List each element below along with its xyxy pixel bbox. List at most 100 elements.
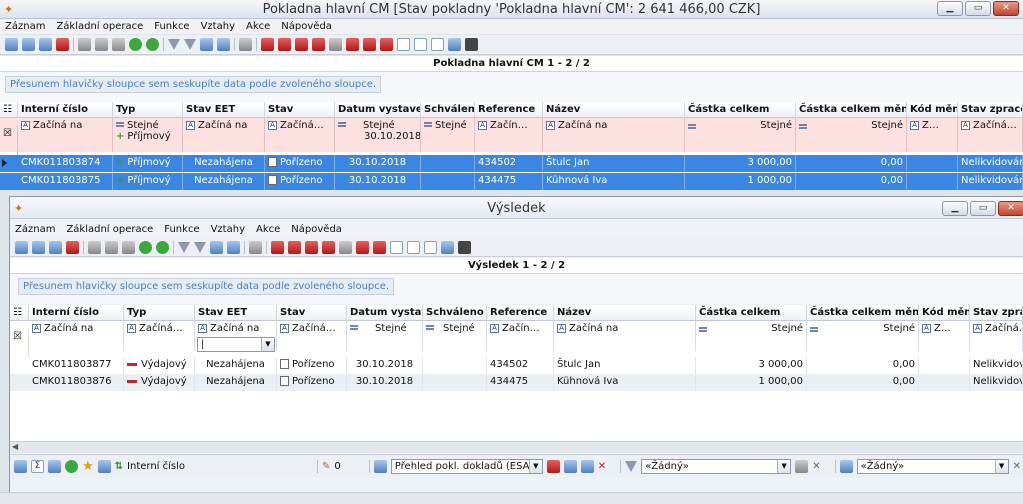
menu-vztahy[interactable]: Vztahy [211,224,245,235]
filter-select-2[interactable]: «Žádný» ▼ [856,459,1009,474]
col-nazev[interactable]: Název [543,102,685,118]
result-minimize-button[interactable]: ▁ [942,201,968,216]
filter-stav-zprac[interactable]: AZačíná… [970,321,1023,351]
col-interni-cislo[interactable]: Interní číslo [18,102,113,118]
menu-akce[interactable]: Akce [256,224,280,235]
edit-view-icon[interactable] [563,460,577,473]
grid-settings-icon[interactable] [14,460,27,473]
down-icon[interactable] [129,38,142,51]
filter-icon[interactable] [168,39,180,50]
table-row[interactable]: CMK011803876 Výdajový Nezahájena Pořízen… [10,374,1023,391]
filter-stav[interactable]: A Začíná… [265,118,335,152]
filter-castka-mena[interactable]: Stejné [796,118,907,152]
link-icon[interactable] [112,38,125,51]
settings-gear-icon[interactable] [239,38,252,51]
table-row[interactable]: CMK011803874 + Příjmový Nezahájena Poříze… [0,155,1023,172]
calc-icon[interactable] [346,38,359,51]
chevron-down-icon[interactable]: ▼ [528,460,542,473]
new-record-icon[interactable] [15,240,28,254]
filter-datum[interactable]: Stejné [347,321,423,351]
report-icon[interactable] [448,38,461,51]
col-stav-zpracovani[interactable]: Stav zprac [970,305,1023,321]
case-add-icon[interactable] [288,240,301,254]
print-icon[interactable] [88,240,101,254]
print-preview-icon[interactable] [95,38,108,51]
sum-icon[interactable]: Σ [31,460,44,473]
delete-view-icon[interactable]: ✕ [598,461,606,472]
refresh-icon[interactable] [156,240,169,254]
scroll-left-icon[interactable]: ◀ [12,442,18,451]
case-edit-icon[interactable] [305,240,318,254]
menu-vztahy[interactable]: Vztahy [201,21,235,32]
view-select[interactable]: Přehled pokl. dokladů (ESA) ▼ [390,459,543,474]
report-icon[interactable] [441,240,454,254]
col-typ[interactable]: Typ [124,305,195,321]
col-reference[interactable]: Reference [487,305,554,321]
table-view-icon[interactable] [200,38,213,51]
export-icon[interactable] [65,460,78,473]
menu-funkce[interactable]: Funkce [164,224,199,235]
filter-editor-icon[interactable]: ☒ [10,329,29,359]
col-schvaleno[interactable]: Schváleno [423,305,487,321]
filter-nazev[interactable]: A Začíná na [554,321,696,351]
calculator-icon[interactable] [329,38,342,51]
menu-zaznam[interactable]: Záznam [5,21,45,32]
col-castka-celkem[interactable]: Částka celkem [696,305,807,321]
col-typ[interactable]: Typ [113,102,183,118]
filter-castka[interactable]: Stejné [685,118,796,152]
col-castka-celkem-mena[interactable]: Částka celkem měna [796,102,907,118]
col-schvaleno[interactable]: Schváleno [421,102,475,118]
filter-kod-meny[interactable]: A Z… [919,321,970,351]
favorite-star-icon[interactable]: ★ [82,459,94,474]
col-datum-vystave[interactable]: Datum vystave [347,305,423,321]
filter-interni[interactable]: A Začíná na [18,118,113,152]
database-icon[interactable] [458,240,471,254]
filter-stav-eet-dropdown[interactable]: | ▼ [197,337,275,352]
down-icon[interactable] [139,240,152,254]
clear-filter-icon[interactable]: ✕ [812,461,820,472]
filter-select-1[interactable]: «Žádný» ▼ [641,459,792,474]
filter-edit-icon[interactable] [194,241,206,253]
filter-reference[interactable]: A Začín… [487,321,554,351]
filter-nazev[interactable]: A Začíná na [543,118,685,152]
menu-zakladni-operace[interactable]: Základní operace [56,21,143,32]
filter-typ[interactable]: Stejné + Příjmový [113,118,183,152]
result-horizontal-scrollbar[interactable]: ◀ [10,441,1023,453]
settings-gear-icon[interactable] [249,240,262,254]
filter-castka-mena[interactable]: Stejné [807,321,919,351]
document-icon[interactable] [390,240,403,254]
col-castka-celkem[interactable]: Částka celkem [685,102,796,118]
col-kod-meny[interactable]: Kód měny [919,305,970,321]
document-list-icon[interactable] [414,38,427,51]
filter-icon[interactable] [178,241,190,253]
filter-edit-icon[interactable] [184,39,196,50]
copy-record-icon[interactable] [49,240,62,254]
col-kod-meny[interactable]: Kód měny [907,102,958,118]
filter-stav-zprac[interactable]: AZačíná… [958,118,1023,152]
menu-akce[interactable]: Akce [246,21,270,32]
filter-kod-meny[interactable]: A Z… [907,118,958,152]
filter-interni[interactable]: A Začíná na [29,321,124,351]
cancel-doc-icon[interactable] [363,38,376,51]
col-stav-zpracovani[interactable]: Stav zpracová [958,102,1023,118]
refresh-icon[interactable] [146,38,159,51]
filter-table-icon[interactable] [795,460,809,473]
filter-stav-eet[interactable]: A Začíná na [183,118,265,152]
col-stav-eet[interactable]: Stav EET [183,102,265,118]
case-remove-icon[interactable] [322,240,335,254]
case-icon[interactable] [271,240,284,254]
col-stav[interactable]: Stav [277,305,347,321]
columns-icon[interactable] [48,460,61,473]
delete-doc-icon[interactable] [380,38,393,51]
menu-zakladni-operace[interactable]: Základní operace [66,224,153,235]
close-button[interactable]: ✕ [993,1,1019,16]
table-view-icon[interactable] [210,240,223,254]
filter-stav[interactable]: A Začíná… [277,321,347,351]
case-edit-icon[interactable] [295,38,308,51]
filter-typ[interactable]: A Začíná… [124,321,195,351]
calc-icon[interactable] [356,240,369,254]
case-icon[interactable] [261,38,274,51]
case-add-icon[interactable] [278,38,291,51]
table-row[interactable]: CMK011803877 Výdajový Nezahájena Pořízen… [10,357,1023,374]
form-view-icon[interactable] [227,240,240,254]
